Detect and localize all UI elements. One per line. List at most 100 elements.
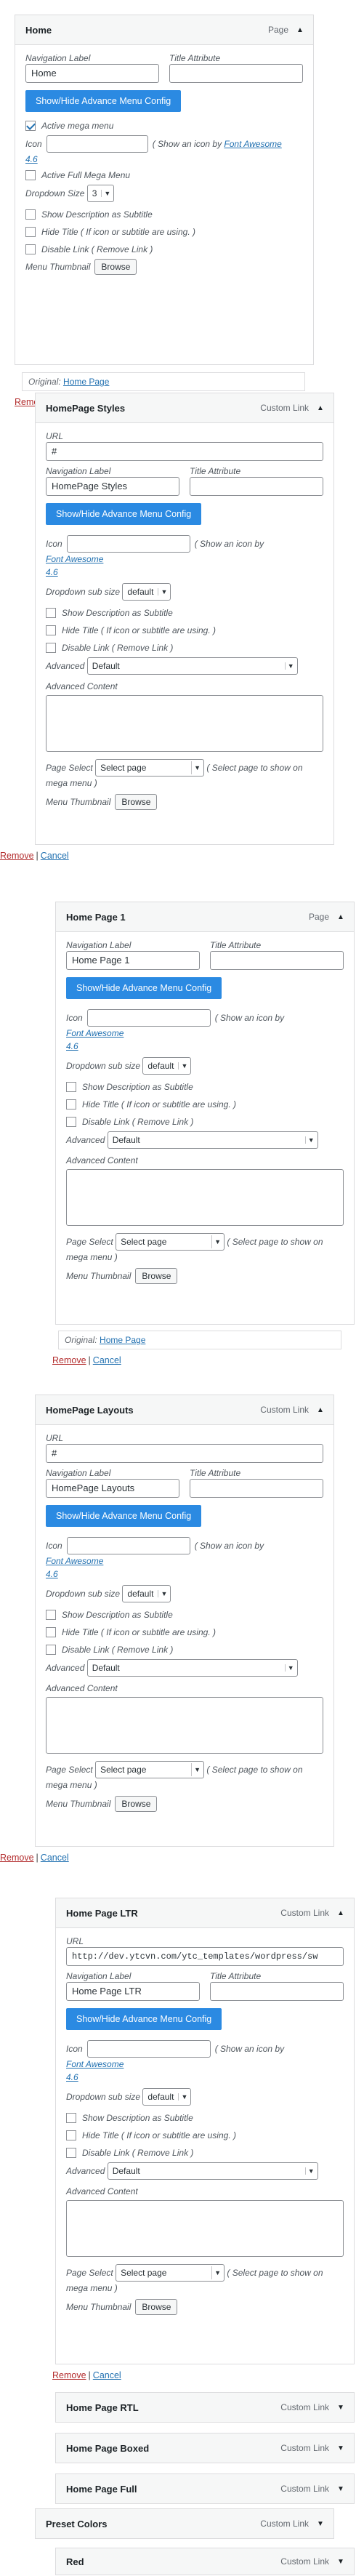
font-awesome-version-link[interactable]: 4.6: [46, 566, 323, 579]
browse-button[interactable]: Browse: [94, 259, 137, 275]
menu-item-bar[interactable]: Home Page Boxed Custom Link ▼: [55, 2433, 355, 2463]
advanced-select[interactable]: Default ▼: [107, 2162, 318, 2180]
page-select-select[interactable]: Select page ▼: [116, 2264, 225, 2282]
show-hide-config-button[interactable]: Show/Hide Advance Menu Config: [46, 503, 202, 525]
toggle-arrow-icon[interactable]: ▲: [336, 913, 345, 921]
hide-title-checkbox[interactable]: [25, 227, 36, 237]
advanced-select[interactable]: Default ▼: [86, 657, 298, 675]
toggle-arrow-icon[interactable]: ▼: [336, 2558, 345, 2566]
disable-link-checkbox[interactable]: [46, 1645, 56, 1655]
title-attr-input[interactable]: [169, 64, 303, 83]
page-select-select[interactable]: Select page ▼: [116, 1233, 225, 1251]
advanced-content-textarea[interactable]: [46, 1697, 323, 1754]
page-select-select[interactable]: Select page ▼: [95, 759, 205, 777]
title-attr-input[interactable]: [210, 951, 344, 970]
toggle-arrow-icon[interactable]: ▲: [296, 26, 304, 34]
dropdown-sub-size-select[interactable]: default ▼: [142, 1057, 192, 1075]
toggle-arrow-icon[interactable]: ▲: [336, 1909, 345, 1917]
menu-item-bar[interactable]: HomePage Layouts Custom Link ▲: [35, 1395, 334, 1425]
hide-title-checkbox[interactable]: [46, 625, 56, 635]
icon-input[interactable]: [66, 1537, 190, 1554]
title-attr-input[interactable]: [210, 1982, 344, 2001]
title-attr-input[interactable]: [190, 1479, 323, 1498]
toggle-arrow-icon[interactable]: ▼: [336, 2404, 345, 2412]
dropdown-sub-size-select[interactable]: default ▼: [122, 1585, 171, 1602]
original-link[interactable]: Home Page: [100, 1335, 145, 1345]
icon-input[interactable]: [46, 135, 148, 153]
font-awesome-version-link[interactable]: 4.6: [66, 1040, 344, 1053]
show-desc-checkbox[interactable]: [46, 608, 56, 618]
show-desc-checkbox[interactable]: [25, 209, 36, 220]
toggle-arrow-icon[interactable]: ▲: [316, 1406, 325, 1414]
font-awesome-version-link[interactable]: 4.6: [66, 2071, 344, 2084]
advanced-select[interactable]: Default ▼: [107, 1131, 318, 1149]
original-link[interactable]: Home Page: [63, 377, 109, 387]
title-attr-input[interactable]: [190, 477, 323, 496]
remove-link[interactable]: Remove: [0, 1853, 34, 1863]
url-input[interactable]: #: [46, 1444, 323, 1463]
browse-button[interactable]: Browse: [115, 794, 158, 810]
menu-item-bar[interactable]: HomePage Styles Custom Link ▲: [35, 393, 334, 423]
advanced-select[interactable]: Default ▼: [86, 1659, 298, 1677]
advanced-content-textarea[interactable]: [46, 695, 323, 752]
active-full-mega-checkbox[interactable]: [25, 170, 36, 180]
font-awesome-link[interactable]: Font Awesome: [66, 2058, 124, 2071]
icon-input[interactable]: [86, 2040, 211, 2058]
dropdown-sub-size-select[interactable]: default ▼: [122, 583, 171, 601]
icon-input[interactable]: [66, 535, 190, 553]
font-awesome-link[interactable]: Font Awesome: [224, 137, 281, 151]
url-input[interactable]: http://dev.ytcvn.com/ytc_templates/wordp…: [66, 1947, 344, 1966]
browse-button[interactable]: Browse: [115, 1796, 158, 1812]
toggle-arrow-icon[interactable]: ▼: [336, 2444, 345, 2452]
disable-link-checkbox[interactable]: [46, 643, 56, 653]
show-hide-config-button[interactable]: Show/Hide Advance Menu Config: [66, 977, 222, 999]
nav-label-input[interactable]: HomePage Styles: [46, 477, 179, 496]
menu-item-bar[interactable]: Home Page LTR Custom Link ▲: [55, 1898, 355, 1928]
cancel-link[interactable]: Cancel: [41, 851, 69, 861]
show-desc-checkbox[interactable]: [66, 1082, 76, 1092]
font-awesome-link[interactable]: Font Awesome: [46, 553, 103, 566]
show-desc-checkbox[interactable]: [66, 2113, 76, 2123]
advanced-content-textarea[interactable]: [66, 2200, 344, 2257]
menu-item-bar[interactable]: Home Page 1 Page ▲: [55, 902, 355, 932]
menu-item-bar[interactable]: Home Page ▲: [15, 15, 314, 45]
remove-link[interactable]: Remove: [52, 2370, 86, 2380]
disable-link-checkbox[interactable]: [66, 2148, 76, 2158]
icon-input[interactable]: [86, 1009, 211, 1027]
cancel-link[interactable]: Cancel: [41, 1853, 69, 1863]
menu-item-bar[interactable]: Home Page RTL Custom Link ▼: [55, 2392, 355, 2423]
page-select-select[interactable]: Select page ▼: [95, 1761, 205, 1778]
cancel-link[interactable]: Cancel: [93, 2370, 121, 2380]
remove-link[interactable]: Remove: [0, 851, 34, 861]
menu-item-bar[interactable]: Home Page Full Custom Link ▼: [55, 2473, 355, 2504]
show-hide-config-button[interactable]: Show/Hide Advance Menu Config: [46, 1505, 202, 1527]
nav-label-input[interactable]: HomePage Layouts: [46, 1479, 179, 1498]
nav-label-input[interactable]: Home: [25, 64, 159, 83]
disable-link-checkbox[interactable]: [66, 1117, 76, 1127]
url-input[interactable]: #: [46, 442, 323, 461]
dropdown-sub-size-select[interactable]: default ▼: [142, 2088, 192, 2106]
active-mega-checkbox[interactable]: [25, 121, 36, 131]
menu-item-bar[interactable]: Preset Colors Custom Link ▼: [35, 2508, 334, 2539]
advanced-content-textarea[interactable]: [66, 1169, 344, 1226]
font-awesome-link[interactable]: Font Awesome: [66, 1027, 124, 1040]
remove-link[interactable]: Remove: [52, 1355, 86, 1365]
toggle-arrow-icon[interactable]: ▼: [336, 2485, 345, 2493]
hide-title-checkbox[interactable]: [66, 1099, 76, 1110]
nav-label-input[interactable]: Home Page LTR: [66, 1982, 200, 2001]
show-hide-config-button[interactable]: Show/Hide Advance Menu Config: [66, 2008, 222, 2030]
disable-link-checkbox[interactable]: [25, 244, 36, 254]
font-awesome-version-link[interactable]: 4.6: [46, 1568, 323, 1581]
dropdown-size-select[interactable]: 3 ▼: [86, 185, 115, 202]
browse-button[interactable]: Browse: [135, 1268, 178, 1284]
font-awesome-link[interactable]: Font Awesome: [46, 1554, 103, 1568]
show-desc-checkbox[interactable]: [46, 1610, 56, 1620]
browse-button[interactable]: Browse: [135, 2299, 178, 2315]
nav-label-input[interactable]: Home Page 1: [66, 951, 200, 970]
toggle-arrow-icon[interactable]: ▼: [316, 2520, 325, 2528]
cancel-link[interactable]: Cancel: [93, 1355, 121, 1365]
show-hide-config-button[interactable]: Show/Hide Advance Menu Config: [25, 90, 182, 112]
hide-title-checkbox[interactable]: [66, 2130, 76, 2140]
font-awesome-version-link[interactable]: 4.6: [25, 153, 303, 166]
hide-title-checkbox[interactable]: [46, 1627, 56, 1637]
